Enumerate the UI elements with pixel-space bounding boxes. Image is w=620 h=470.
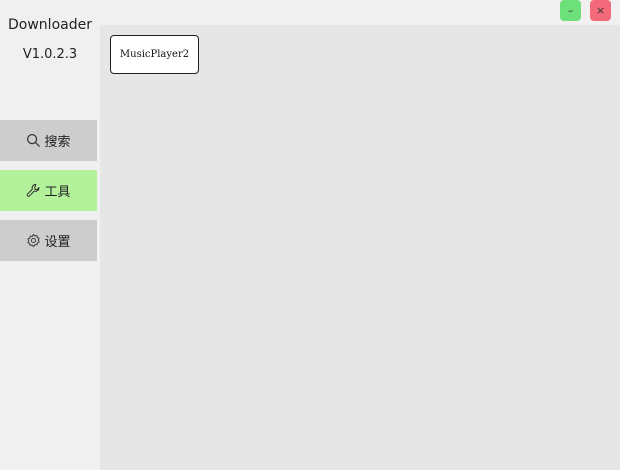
sidebar-item-settings[interactable]: 设置 bbox=[0, 220, 97, 261]
minimize-icon: – bbox=[567, 4, 574, 17]
app-title: Downloader bbox=[8, 17, 92, 33]
sidebar-item-tools[interactable]: 工具 bbox=[0, 170, 97, 211]
minimize-button[interactable]: – bbox=[560, 0, 581, 21]
tool-card-label: MusicPlayer2 bbox=[119, 49, 190, 60]
search-icon bbox=[26, 133, 41, 148]
gear-icon bbox=[26, 233, 41, 248]
app-version: V1.0.2.3 bbox=[22, 47, 78, 62]
sidebar-item-search[interactable]: 搜索 bbox=[0, 120, 97, 161]
sidebar: Downloader V1.0.2.3 搜索 工具 设置 bbox=[0, 0, 100, 470]
tool-card-musicplayer2[interactable]: MusicPlayer2 bbox=[110, 35, 199, 74]
sidebar-item-label: 搜索 bbox=[44, 135, 71, 150]
close-button[interactable]: × bbox=[590, 0, 611, 21]
tools-panel: MusicPlayer2 bbox=[100, 25, 620, 470]
sidebar-item-label: 设置 bbox=[44, 235, 71, 250]
wrench-icon bbox=[26, 183, 41, 198]
close-icon: × bbox=[595, 4, 606, 17]
sidebar-item-label: 工具 bbox=[44, 185, 71, 200]
